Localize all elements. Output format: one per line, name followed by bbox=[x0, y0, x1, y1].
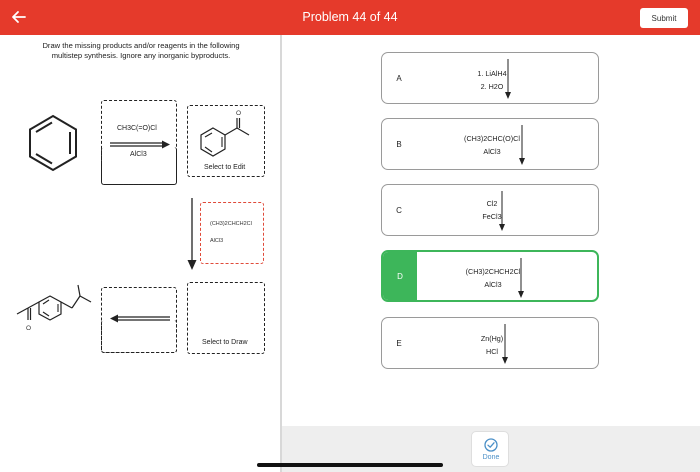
step2-reagent-box[interactable] bbox=[200, 202, 264, 264]
home-indicator bbox=[257, 463, 443, 467]
product1-carbonyl-o: O bbox=[236, 110, 242, 117]
product2-caption: Select to Draw bbox=[202, 339, 248, 346]
problem-title: Problem 44 of 44 bbox=[302, 10, 398, 24]
option-reagent-line2: HCl bbox=[486, 347, 498, 356]
down-arrow-icon bbox=[519, 125, 525, 165]
option-reagent-line2: AlCl3 bbox=[484, 280, 502, 289]
option-letter: D bbox=[383, 252, 417, 300]
step2-reagent-bottom: AlCl3 bbox=[210, 238, 224, 244]
check-circle-icon bbox=[484, 438, 498, 452]
option-reagent-line2: FeCl3 bbox=[482, 212, 502, 221]
option-reagent-line1: (CH3)2CHCH2Cl bbox=[465, 267, 521, 276]
option-letter: A bbox=[396, 73, 402, 83]
option-card-e[interactable]: E Zn(Hg) HCl bbox=[381, 317, 599, 369]
acetophenone-structure bbox=[200, 118, 250, 157]
done-button[interactable]: Done bbox=[471, 431, 509, 467]
option-letter: E bbox=[396, 338, 402, 348]
down-arrow-icon bbox=[499, 191, 505, 231]
option-card-a[interactable]: A 1. LiAlH4 2. H2O bbox=[381, 52, 599, 104]
option-reagent-line1: (CH3)2CHC(O)Cl bbox=[464, 134, 520, 143]
step3-reaction-arrow bbox=[110, 311, 170, 323]
step1-reaction-arrow bbox=[110, 137, 170, 149]
option-reagent-line1: Zn(Hg) bbox=[480, 334, 504, 343]
option-letter: C bbox=[396, 205, 402, 215]
top-bar: Problem 44 of 44 Submit bbox=[0, 0, 700, 35]
down-arrow-icon bbox=[505, 59, 511, 99]
benzene-structure bbox=[29, 114, 77, 172]
down-arrow-icon bbox=[518, 258, 524, 298]
instructions: Draw the missing products and/or reagent… bbox=[14, 41, 268, 61]
step2-reagent-top: (CH3)2CHCH2Cl bbox=[210, 221, 252, 227]
submit-button[interactable]: Submit bbox=[640, 8, 688, 28]
step3-reagent-inner-box bbox=[101, 320, 177, 353]
step1-reagent-top: CH3C(=O)Cl bbox=[117, 125, 157, 132]
instructions-line-2: multistep synthesis. Ignore any inorgani… bbox=[51, 51, 231, 60]
option-letter: B bbox=[396, 139, 402, 149]
step1-reagent-inner-box bbox=[101, 147, 177, 185]
option-card-d[interactable]: D (CH3)2CHCH2Cl AlCl3 bbox=[381, 250, 599, 302]
instructions-line-1: Draw the missing products and/or reagent… bbox=[42, 41, 240, 50]
done-label: Done bbox=[482, 454, 500, 461]
final-product-carbonyl-o: O bbox=[26, 325, 32, 332]
step2-reaction-arrow bbox=[186, 198, 198, 270]
option-reagent-line2: 2. H2O bbox=[480, 82, 504, 91]
option-reagent-line1: Cl2 bbox=[486, 199, 498, 208]
option-reagent-line1: 1. LiAlH4 bbox=[477, 69, 507, 78]
option-reagent-line2: AlCl3 bbox=[483, 147, 501, 156]
product1-caption: Select to Edit bbox=[204, 164, 246, 171]
option-card-b[interactable]: B (CH3)2CHC(O)Cl AlCl3 bbox=[381, 118, 599, 170]
option-card-c[interactable]: C Cl2 FeCl3 bbox=[381, 184, 599, 236]
down-arrow-icon bbox=[502, 324, 508, 364]
